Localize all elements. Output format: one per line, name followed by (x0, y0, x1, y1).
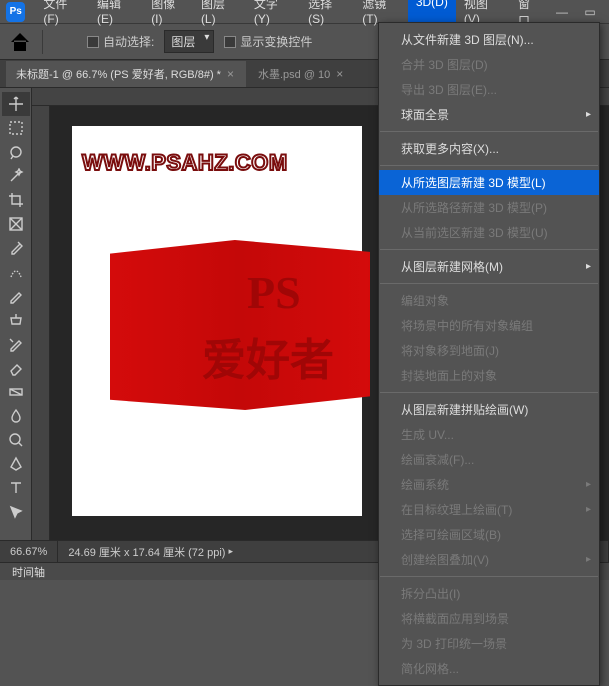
menu-separator (380, 131, 598, 132)
menu3d-item[interactable]: 获取更多内容(X)... (379, 136, 599, 161)
auto-select-label: 自动选择: (103, 33, 154, 50)
menu-separator (380, 392, 598, 393)
app-logo: Ps (6, 2, 25, 22)
watermark-text: WWW.PSAHZ.COM (82, 150, 288, 176)
path-select-tool[interactable] (2, 500, 30, 524)
menu3d-item[interactable]: 从图层新建拼贴绘画(W) (379, 397, 599, 422)
menu3d-item: 在目标纹理上绘画(T) (379, 497, 599, 522)
menu3d-item: 封装地面上的对象 (379, 363, 599, 388)
menu-separator (380, 249, 598, 250)
menu3d-item: 创建绘图叠加(V) (379, 547, 599, 572)
crop-tool[interactable] (2, 188, 30, 212)
menu3d-item: 编组对象 (379, 288, 599, 313)
frame-tool[interactable] (2, 212, 30, 236)
tools-panel (0, 88, 32, 540)
close-icon[interactable]: × (336, 67, 343, 81)
menu3d-item: 从当前选区新建 3D 模型(U) (379, 220, 599, 245)
flag-text-2: 爱好者 (202, 324, 334, 388)
menu-separator (380, 165, 598, 166)
divider (42, 30, 43, 54)
layer-dropdown[interactable]: 图层 (164, 30, 214, 53)
menu3d-item: 生成 UV... (379, 422, 599, 447)
minimize-button[interactable]: — (549, 3, 575, 21)
menu3d-item: 绘画系统 (379, 472, 599, 497)
close-icon[interactable]: × (227, 67, 234, 81)
menu-separator (380, 576, 598, 577)
zoom-level[interactable]: 66.67% (0, 541, 58, 562)
menu3d-item[interactable]: 从所选图层新建 3D 模型(L) (379, 170, 599, 195)
checkbox-box[interactable] (87, 36, 99, 48)
clone-stamp-tool[interactable] (2, 308, 30, 332)
ruler-vertical (32, 106, 50, 540)
lasso-tool[interactable] (2, 140, 30, 164)
menu3d-item[interactable]: 球面全景 (379, 102, 599, 127)
menu3d-item: 选择可绘画区域(B) (379, 522, 599, 547)
menu3d-item: 将场景中的所有对象编组 (379, 313, 599, 338)
move-tool[interactable] (2, 92, 30, 116)
eraser-tool[interactable] (2, 356, 30, 380)
show-transform-label: 显示变换控件 (240, 33, 312, 50)
marquee-tool[interactable] (2, 116, 30, 140)
type-tool[interactable] (2, 476, 30, 500)
dodge-tool[interactable] (2, 428, 30, 452)
document-canvas[interactable]: WWW.PSAHZ.COM PS 爱好者 (72, 126, 362, 516)
menu-图像[interactable]: 图像(I) (143, 0, 193, 32)
3d-menu: 从文件新建 3D 图层(N)...合并 3D 图层(D)导出 3D 图层(E).… (378, 22, 600, 686)
eyedropper-tool[interactable] (2, 236, 30, 260)
menu3d-item: 将对象移到地面(J) (379, 338, 599, 363)
tab-label: 水墨.psd @ 10 (258, 66, 330, 82)
menu-separator (380, 283, 598, 284)
tab-label: 未标题-1 @ 66.7% (PS 爱好者, RGB/8#) * (16, 66, 221, 82)
menu3d-item: 从所选路径新建 3D 模型(P) (379, 195, 599, 220)
menu-文件[interactable]: 文件(F) (35, 0, 89, 32)
menu3d-item: 简化网格... (379, 656, 599, 681)
menu3d-item: 将横截面应用到场景 (379, 606, 599, 631)
show-transform-checkbox[interactable]: 显示变换控件 (224, 33, 312, 50)
magic-wand-tool[interactable] (2, 164, 30, 188)
healing-brush-tool[interactable] (2, 260, 30, 284)
maximize-button[interactable]: ▭ (577, 3, 603, 21)
brush-tool[interactable] (2, 284, 30, 308)
menu3d-item: 合并 3D 图层(D) (379, 52, 599, 77)
flag-text-1: PS (247, 266, 301, 319)
menu3d-item[interactable]: 从图层新建网格(M) (379, 254, 599, 279)
menu3d-item: 拆分凸出(I) (379, 581, 599, 606)
home-icon[interactable] (8, 30, 32, 54)
checkbox-box[interactable] (224, 36, 236, 48)
menu3d-item[interactable]: 从文件新建 3D 图层(N)... (379, 27, 599, 52)
menu-编辑[interactable]: 编辑(E) (89, 0, 143, 32)
menu3d-item: 为 3D 打印统一场景 (379, 631, 599, 656)
menu3d-item: 绘画衰减(F)... (379, 447, 599, 472)
auto-select-checkbox[interactable]: 自动选择: (87, 33, 154, 50)
document-tab[interactable]: 未标题-1 @ 66.7% (PS 爱好者, RGB/8#) * × (6, 61, 246, 87)
menu-文字[interactable]: 文字(Y) (246, 0, 300, 32)
pen-tool[interactable] (2, 452, 30, 476)
blur-tool[interactable] (2, 404, 30, 428)
document-tab[interactable]: 水墨.psd @ 10 × (248, 61, 355, 87)
move-icon[interactable] (53, 30, 77, 54)
menu3d-item: 导出 3D 图层(E)... (379, 77, 599, 102)
window-controls: — ▭ (549, 3, 603, 21)
menu-图层[interactable]: 图层(L) (193, 0, 246, 32)
gradient-tool[interactable] (2, 380, 30, 404)
menu-选择[interactable]: 选择(S) (300, 0, 354, 32)
menu-bar: Ps 文件(F)编辑(E)图像(I)图层(L)文字(Y)选择(S)滤镜(T)3D… (0, 0, 609, 24)
history-brush-tool[interactable] (2, 332, 30, 356)
